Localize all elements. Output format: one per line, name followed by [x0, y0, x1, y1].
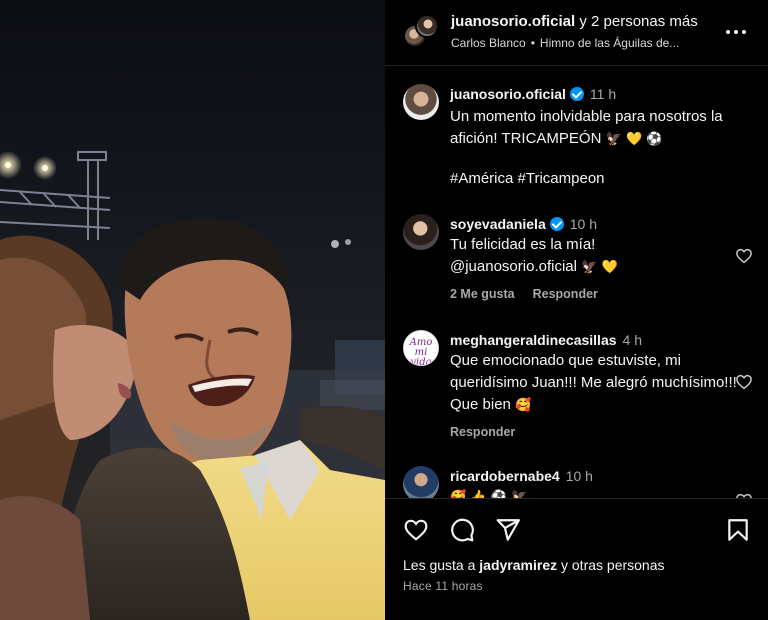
post-actions: Les gusta a jadyramirez y otras personas…	[385, 498, 768, 620]
heart-icon[interactable]	[403, 517, 429, 543]
comment-icon[interactable]	[449, 517, 475, 543]
post-sidebar: juanosorio.oficial y 2 personas más Carl…	[385, 0, 768, 620]
smiling-hearts-emoji: 🥰	[515, 397, 532, 413]
avatar[interactable]: Amo mi vida	[403, 330, 439, 366]
like-comment-heart-icon[interactable]	[735, 247, 753, 265]
audio-line[interactable]: Carlos Blanco • Himno de las Águilas de...	[451, 36, 721, 50]
comment-text: Que emocionado que estuviste, mi queridí…	[450, 352, 737, 413]
reply-button[interactable]: Responder	[450, 425, 515, 439]
verified-badge-icon	[569, 87, 584, 101]
comment-username[interactable]: soyevadaniela	[450, 216, 546, 232]
audio-track[interactable]: Himno de las Águilas de...	[540, 36, 679, 50]
avatar[interactable]	[415, 14, 439, 38]
comment-meta: Responder	[450, 425, 750, 439]
avatar[interactable]	[403, 466, 439, 498]
comment-username[interactable]: ricardobernabe4	[450, 468, 560, 484]
soccer-ball-emoji: ⚽	[646, 131, 663, 147]
send-icon[interactable]	[495, 517, 521, 543]
eagle-emoji: 🦅	[581, 259, 598, 275]
comment-time[interactable]: 4 h	[623, 332, 642, 348]
likes-summary[interactable]: Les gusta a jadyramirez y otras personas	[403, 557, 665, 573]
comment-text-block: Que emocionado que estuviste, mi queridí…	[450, 350, 750, 416]
avatar-text: Amo mi vida	[409, 337, 433, 366]
comment-time[interactable]: 10 h	[566, 468, 593, 484]
caption-text: Un momento inolvidable para nosotros la …	[450, 108, 723, 147]
yellow-heart-emoji: 💛	[601, 259, 618, 275]
caption-hashtags[interactable]: #América #Tricampeon	[450, 168, 750, 190]
caption-time[interactable]: 11 h	[590, 86, 616, 102]
post-photo[interactable]	[0, 0, 385, 620]
dot	[726, 30, 730, 34]
likes-user[interactable]: jadyramirez	[479, 557, 557, 573]
photo-illustration	[0, 151, 385, 620]
eagle-emoji: 🦅	[511, 489, 528, 498]
comment-emojis: 🥰 👍 ⚽ 🦅	[450, 486, 750, 498]
like-comment-heart-icon[interactable]	[735, 373, 753, 391]
caption-username[interactable]: juanosorio.oficial	[450, 86, 566, 102]
audio-artist[interactable]: Carlos Blanco	[451, 36, 526, 50]
caption-entry: juanosorio.oficial 11 h Un momento inolvi…	[403, 84, 753, 194]
thumbs-up-emoji: 👍	[470, 489, 487, 498]
yellow-heart-emoji: 💛	[625, 131, 643, 147]
bookmark-icon[interactable]	[725, 517, 751, 543]
post-owner-line: juanosorio.oficial y 2 personas más	[451, 13, 698, 30]
comment: ricardobernabe4 10 h 🥰 👍 ⚽ 🦅	[403, 466, 753, 498]
caption-text-block: Un momento inolvidable para nosotros la …	[450, 106, 750, 150]
avatar[interactable]	[403, 214, 439, 250]
soccer-ball-emoji: ⚽	[490, 489, 507, 498]
comments-list[interactable]: juanosorio.oficial 11 h Un momento inolvi…	[385, 66, 768, 498]
comment-username[interactable]: meghangeraldinecasillas	[450, 332, 617, 348]
comment-likes[interactable]: 2 Me gusta	[450, 287, 515, 301]
comment-line-2: @juanosorio.oficial 🦅 💛	[450, 256, 750, 278]
comment: soyevadaniela 10 h Tu felicidad es la mía…	[403, 214, 753, 310]
likes-prefix: Les gusta a	[403, 557, 476, 573]
comment-line-1: Tu felicidad es la mía!	[450, 236, 596, 253]
eagle-emoji: 🦅	[605, 131, 622, 147]
smiling-hearts-emoji: 🥰	[450, 489, 467, 498]
reply-button[interactable]: Responder	[533, 287, 598, 301]
owner-username[interactable]: juanosorio.oficial	[451, 13, 575, 30]
likes-suffix[interactable]: y otras personas	[561, 557, 665, 573]
avatar[interactable]	[403, 84, 439, 120]
post-header: juanosorio.oficial y 2 personas más Carl…	[385, 0, 768, 66]
more-options-icon[interactable]	[726, 22, 746, 42]
owner-suffix[interactable]: y 2 personas más	[579, 13, 697, 30]
dot	[742, 30, 746, 34]
verified-badge-icon	[549, 217, 564, 231]
post-timestamp[interactable]: Hace 11 horas	[403, 579, 483, 593]
comment-meta: 2 Me gusta Responder	[450, 287, 750, 301]
comment-time[interactable]: 10 h	[570, 216, 597, 232]
mention-link[interactable]: @juanosorio.oficial	[450, 258, 577, 275]
audio-separator: •	[530, 36, 535, 50]
collab-avatars[interactable]	[403, 14, 439, 50]
comment: Amo mi vida meghangeraldinecasillas 4 h Q…	[403, 330, 753, 446]
dot	[734, 30, 738, 34]
